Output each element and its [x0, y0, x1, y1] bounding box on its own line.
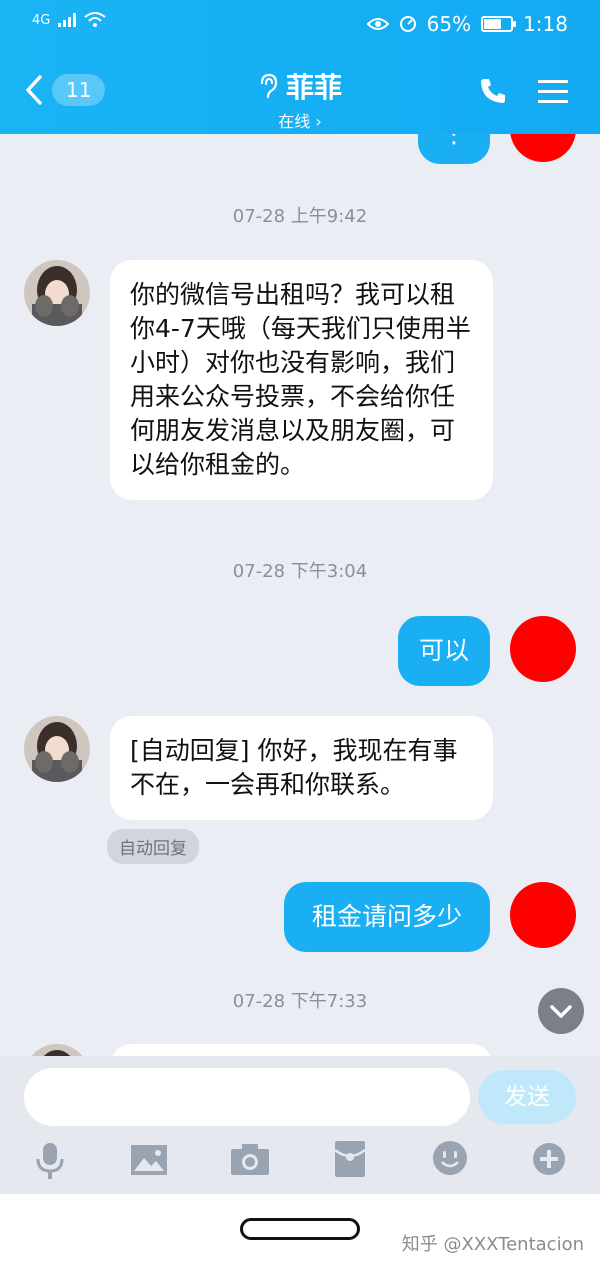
contact-status: 在线 › — [278, 112, 322, 131]
composer: 发送 — [0, 1056, 600, 1194]
battery-percent: 65% — [426, 12, 472, 36]
contact-title[interactable]: 菲菲 在线 › — [0, 66, 600, 132]
contact-name: 菲菲 — [285, 71, 342, 104]
send-button[interactable]: 发送 — [478, 1070, 576, 1124]
watermark: 知乎 @XXXTentacion — [401, 1234, 584, 1255]
status-right: 65% 1:18 — [366, 12, 568, 36]
incoming-message[interactable]: [自动回复] 你好，我现在有事不在，一会再和你联系。 — [110, 716, 493, 820]
timestamp: 07-28 下午3:04 — [232, 561, 368, 582]
chevron-down-icon — [550, 1005, 572, 1018]
incoming-message-partial[interactable] — [110, 1044, 493, 1056]
chat-header: 4G 65% 1:18 11 菲菲 在线 › — [0, 0, 600, 134]
phone-icon[interactable] — [478, 76, 508, 106]
message-text: 租金请问多少 — [311, 902, 462, 931]
message-text: [自动回复] 你好，我现在有事不在，一会再和你联系。 — [130, 736, 458, 799]
battery-icon — [481, 16, 517, 32]
contact-avatar[interactable] — [24, 716, 90, 782]
message-text: 你的微信号出租吗？我可以租你4-7天哦（每天我们只使用半小时）对你也没有影响，我… — [130, 280, 471, 479]
partial-bubble-text: ⋮ — [442, 134, 467, 148]
message-input[interactable] — [24, 1068, 470, 1126]
chat-scroll[interactable]: ⋮ 07-28 上午9:42 你的微信号出租吗？我可以租你4-7天哦（每天我们只… — [0, 134, 600, 1056]
partial-outgoing-bubble[interactable]: ⋮ — [418, 134, 490, 164]
my-avatar[interactable] — [510, 134, 576, 162]
system-nav-bar: 知乎 @XXXTentacion — [0, 1194, 600, 1267]
camera-icon[interactable] — [230, 1142, 270, 1176]
network-label: 4G — [32, 12, 51, 28]
red-packet-icon[interactable] — [334, 1140, 366, 1178]
network-indicators: 4G — [32, 12, 106, 28]
plus-icon[interactable] — [532, 1142, 566, 1176]
clock: 1:18 — [523, 12, 568, 36]
mic-icon[interactable] — [34, 1141, 66, 1181]
contact-avatar[interactable] — [24, 260, 90, 326]
my-avatar[interactable] — [510, 616, 576, 682]
emoji-icon[interactable] — [432, 1140, 468, 1176]
timestamp: 07-28 上午9:42 — [232, 206, 368, 227]
timestamp: 07-28 下午7:33 — [232, 991, 368, 1012]
status-bar: 4G 65% 1:18 — [0, 0, 600, 52]
incoming-message[interactable]: 你的微信号出租吗？我可以租你4-7天哦（每天我们只使用半小时）对你也没有影响，我… — [110, 260, 493, 500]
outgoing-message[interactable]: 租金请问多少 — [284, 882, 490, 952]
wifi-icon — [84, 12, 106, 27]
home-indicator[interactable] — [240, 1218, 360, 1240]
image-icon[interactable] — [130, 1144, 168, 1176]
ear-icon — [260, 73, 278, 99]
contact-avatar[interactable] — [24, 1044, 90, 1056]
eye-icon — [366, 18, 389, 30]
scroll-down-button[interactable] — [538, 988, 584, 1034]
speed-icon — [399, 16, 416, 32]
message-text: 可以 — [418, 636, 469, 665]
auto-reply-tag: 自动回复 — [107, 829, 199, 864]
menu-icon[interactable] — [538, 78, 568, 106]
outgoing-message[interactable]: 可以 — [398, 616, 490, 686]
signal-icon — [58, 13, 77, 27]
my-avatar[interactable] — [510, 882, 576, 948]
